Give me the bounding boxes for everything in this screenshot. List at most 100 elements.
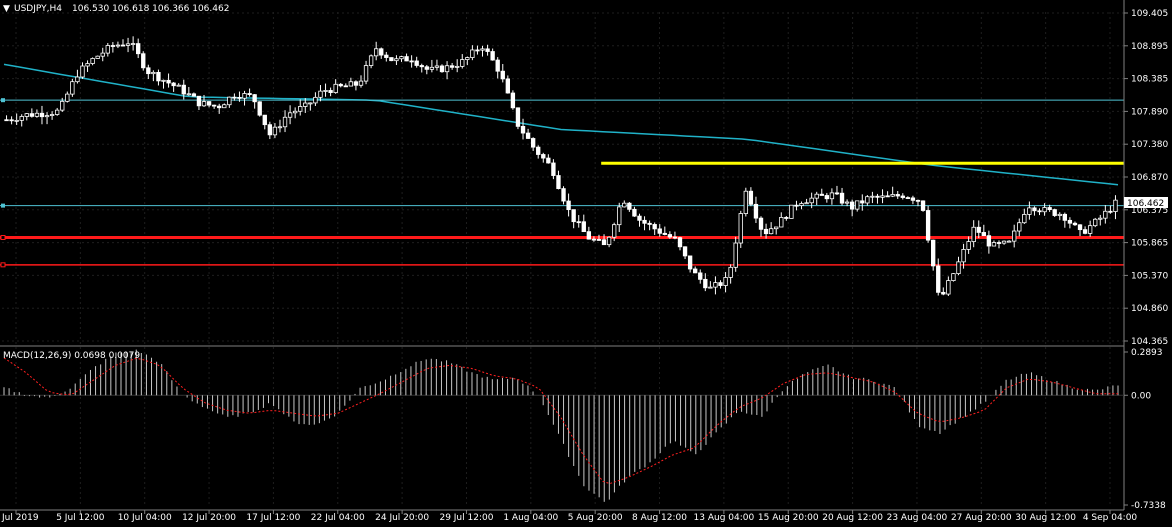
candle-body (637, 215, 642, 221)
candle-body (703, 278, 708, 289)
candle-body (976, 226, 981, 233)
time-tick-label: 13 Aug 04:00 (694, 513, 755, 523)
candle-body (389, 57, 394, 62)
candle-body (95, 55, 100, 59)
candle-body (875, 195, 880, 198)
candle-body (1052, 209, 1057, 216)
candle-body (662, 232, 667, 235)
candle-body (601, 239, 607, 246)
candle-body (171, 82, 176, 87)
candle-body (546, 157, 551, 164)
candle-body (794, 204, 799, 207)
candle-body (252, 94, 257, 103)
candle-body (100, 52, 105, 57)
candle-body (986, 235, 992, 247)
candle-body (860, 200, 865, 204)
trading-chart[interactable]: 109.405 108.895 108.385 107.890 107.380 106.8… (0, 0, 1172, 527)
candle-body (611, 224, 617, 238)
candle-body (429, 66, 435, 70)
candle-body (353, 81, 359, 86)
candle-body (971, 226, 976, 242)
time-tick-label: 10 Jul 04:00 (118, 513, 172, 523)
candle-body (622, 202, 627, 208)
candle-body (39, 112, 45, 118)
candle-body (784, 217, 789, 219)
candle-body (698, 272, 703, 280)
candle-body (455, 65, 460, 68)
candle-body (120, 44, 126, 47)
candle-body (292, 110, 298, 114)
candle-body (855, 200, 860, 210)
candle-body (652, 224, 657, 230)
candle-body (399, 56, 404, 60)
candle-body (470, 49, 475, 58)
candle-body (318, 90, 323, 98)
candle-body (1022, 214, 1027, 224)
candle-body (60, 100, 65, 111)
candle-body (287, 112, 293, 118)
candle-body (308, 102, 313, 105)
candle-body (890, 194, 895, 197)
candle-body (895, 194, 900, 197)
candle-body (460, 59, 465, 67)
candle-body (1103, 210, 1108, 219)
candle-body (298, 106, 303, 112)
candle-body (920, 200, 926, 211)
candle-body (733, 242, 738, 268)
macd-label: MACD(12,26,9) 0.0698 0.0079 (3, 351, 140, 361)
candle-body (475, 49, 480, 52)
candle-body (328, 90, 333, 93)
candle-body (1093, 218, 1098, 227)
candle-body (343, 85, 348, 88)
candle-body (1027, 207, 1032, 215)
candle-body (161, 79, 166, 82)
candle-body (384, 54, 389, 58)
candle-body (541, 154, 546, 159)
candle-body (434, 65, 440, 68)
price-tick-label: 105.865 (1131, 239, 1168, 249)
candle-body (996, 242, 1002, 244)
candle-body (738, 213, 743, 244)
candle-body (530, 138, 536, 148)
candle-body (667, 234, 673, 238)
candle-body (915, 199, 921, 202)
macd-tick-label: 0.2893 (1131, 348, 1163, 358)
candle-body (1082, 229, 1088, 234)
candle-body (520, 125, 526, 134)
candle-body (753, 203, 759, 219)
candle-body (201, 101, 207, 107)
candle-body (272, 126, 278, 136)
candle-body (774, 226, 779, 230)
candle-body (267, 124, 273, 136)
candle-body (865, 196, 870, 204)
time-tick-label: 30 Aug 12:00 (1015, 513, 1076, 523)
candle-body (991, 242, 997, 247)
candle-body (313, 96, 318, 104)
candle-body (348, 81, 354, 87)
candle-body (763, 228, 769, 235)
horizontal-line-handle (1, 98, 5, 103)
candle-body (151, 71, 156, 75)
chart-menu-arrow[interactable]: ▼ (3, 4, 10, 14)
candle-body (115, 44, 121, 47)
candle-body (363, 65, 369, 82)
candle-body (34, 112, 40, 117)
candle-body (809, 197, 814, 204)
time-tick-label: 27 Aug 20:00 (951, 513, 1012, 523)
price-tick-label: 105.370 (1131, 271, 1168, 281)
candle-body (257, 101, 262, 116)
candle-body (536, 146, 541, 155)
time-tick-label: 2 Jul 2019 (0, 513, 39, 523)
candle-body (687, 255, 693, 270)
time-tick-label: 20 Aug 12:00 (822, 513, 883, 523)
candle-body (206, 101, 212, 106)
candle-body (495, 59, 500, 72)
candle-body (465, 57, 470, 60)
candle-body (1098, 217, 1103, 220)
candle-body (571, 209, 576, 223)
candle-body (758, 217, 764, 230)
candle-body (125, 43, 131, 46)
candle-body (176, 84, 181, 87)
candle-body (368, 55, 374, 66)
candle-body (141, 53, 146, 69)
